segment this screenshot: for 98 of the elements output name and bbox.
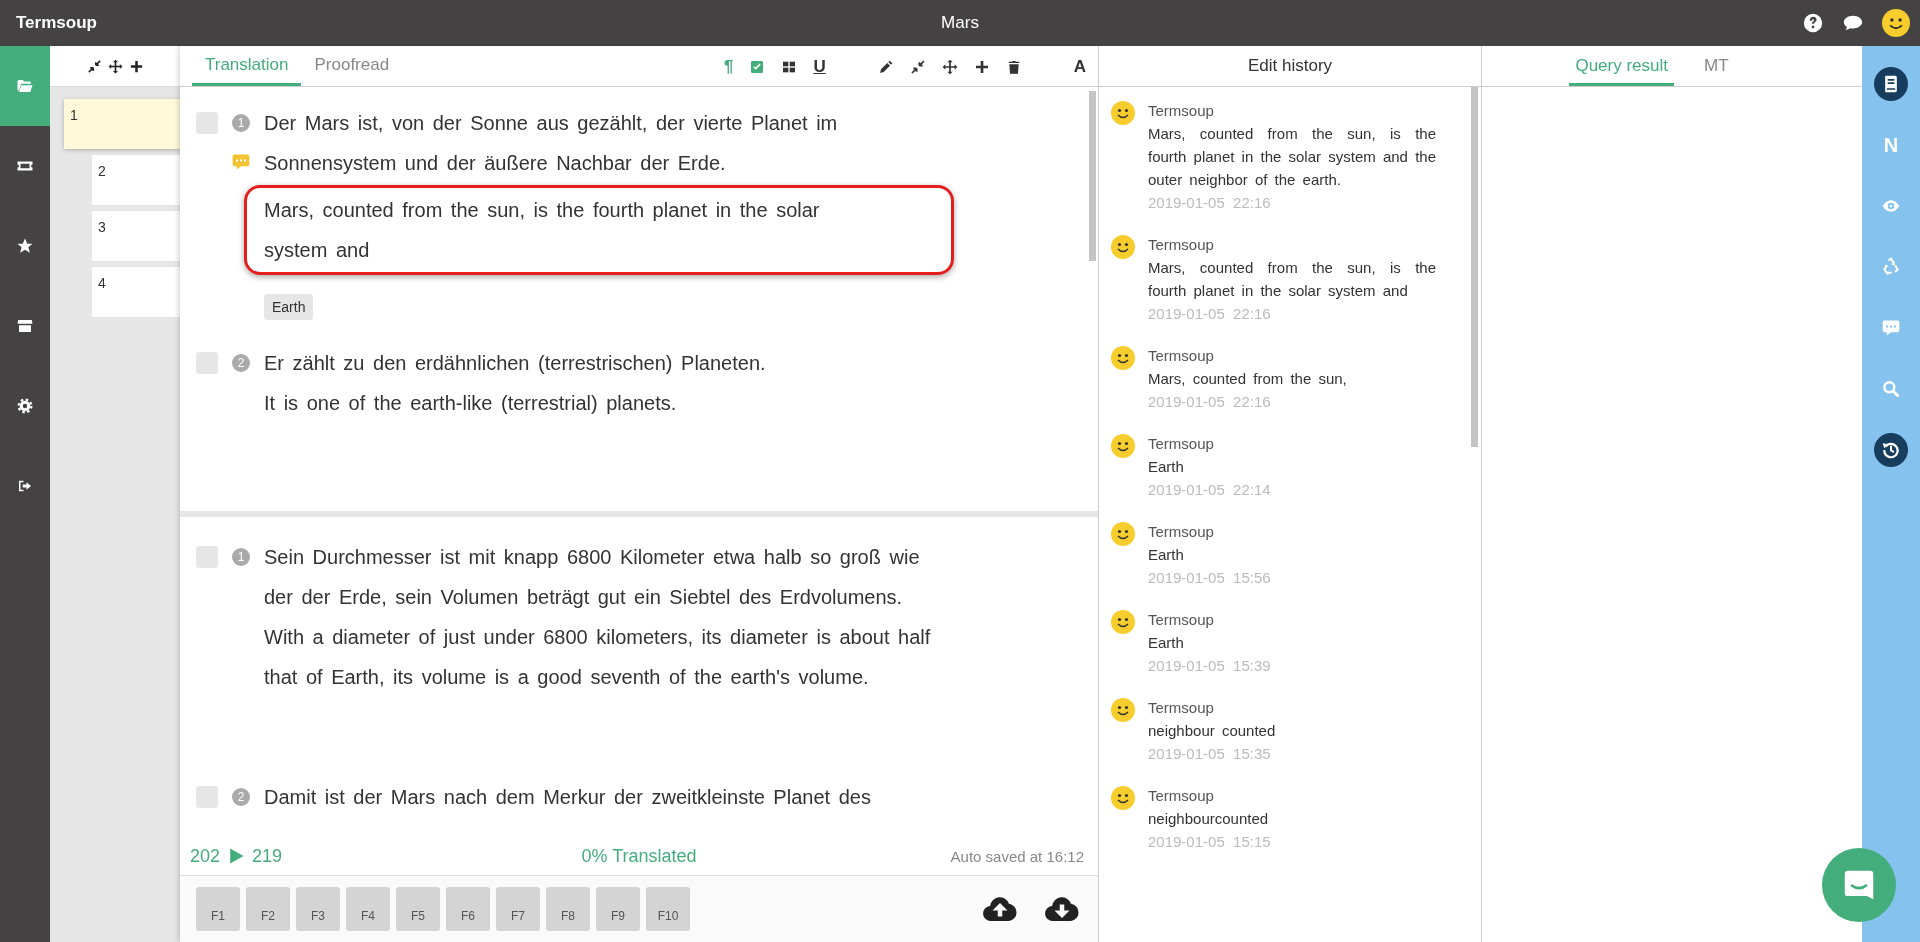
history-text: Mars, counted from the sun, xyxy=(1148,369,1348,389)
segment-count-end: 219 xyxy=(252,845,283,867)
autosave-text: Auto saved at 16:12 xyxy=(950,847,1084,865)
segment-thumbnail[interactable]: 2 xyxy=(92,155,180,205)
compress-icon[interactable] xyxy=(909,59,926,75)
history-text: Earth xyxy=(1148,457,1185,477)
results-tab[interactable]: MT xyxy=(1698,56,1735,86)
history-user: Termsoup xyxy=(1148,698,1215,718)
pencil-icon[interactable] xyxy=(877,59,894,75)
history-time: 2019-01-05 15:39 xyxy=(1148,656,1272,676)
segment-number: 2 xyxy=(232,788,250,806)
segment-number: 1 xyxy=(232,114,250,132)
progress-text: 0% Translated xyxy=(581,845,697,867)
compress-icon[interactable] xyxy=(86,58,102,74)
history-icon xyxy=(1881,440,1901,460)
user-avatar-icon xyxy=(1111,698,1135,722)
target-text[interactable]: It is one of the earth-like (terrestrial) planets. xyxy=(264,383,954,423)
segment-thumbnail[interactable]: 1 xyxy=(64,99,180,149)
format-tool-button[interactable]: A xyxy=(1073,58,1086,76)
rail-button[interactable] xyxy=(1874,67,1908,101)
app-title: Termsoup xyxy=(16,13,97,33)
format-tool-button[interactable]: ¶ xyxy=(723,58,734,76)
help-icon[interactable] xyxy=(1802,12,1824,34)
segment-checkbox[interactable] xyxy=(196,112,218,134)
history-user: Termsoup xyxy=(1148,434,1215,454)
history-user: Termsoup xyxy=(1148,101,1215,121)
history-time: 2019-01-05 15:35 xyxy=(1148,744,1272,764)
function-key-button[interactable]: F5 xyxy=(396,887,440,931)
grid-icon[interactable] xyxy=(781,59,798,75)
segment-checkbox[interactable] xyxy=(196,786,218,808)
user-avatar-icon xyxy=(1111,101,1135,125)
plus-icon[interactable] xyxy=(973,59,990,75)
user-avatar-icon xyxy=(1111,522,1135,546)
search-icon xyxy=(1881,379,1901,399)
function-key-button[interactable]: F4 xyxy=(346,887,390,931)
segment-thumbnail[interactable]: 3 xyxy=(92,211,180,261)
move-icon[interactable] xyxy=(941,59,958,75)
user-avatar-icon xyxy=(1111,235,1135,259)
segment-checkbox[interactable] xyxy=(196,546,218,568)
star-icon xyxy=(16,237,34,255)
function-key-button[interactable]: F9 xyxy=(596,887,640,931)
history-user: Termsoup xyxy=(1148,786,1215,806)
segment-checkbox[interactable] xyxy=(196,352,218,374)
rail-button[interactable] xyxy=(1874,433,1908,467)
settings-icon xyxy=(16,397,34,415)
segment-thumbnail[interactable]: 4 xyxy=(92,267,180,317)
comment-icon xyxy=(1881,318,1901,338)
scrollbar[interactable] xyxy=(1089,91,1096,261)
move-icon[interactable] xyxy=(107,58,123,74)
history-time: 2019-01-05 22:16 xyxy=(1148,193,1272,213)
checkbox-icon[interactable] xyxy=(749,59,766,75)
panel-title: Edit history xyxy=(1247,56,1333,76)
function-key-button[interactable]: F6 xyxy=(446,887,490,931)
history-time: 2019-01-05 15:15 xyxy=(1148,832,1272,852)
user-avatar-icon[interactable] xyxy=(1882,9,1910,37)
history-text: Earth xyxy=(1148,633,1185,653)
segment-number: 1 xyxy=(232,548,250,566)
history-text: Mars, counted from the sun, is the fourth planet in the solar system and xyxy=(1148,258,1436,301)
source-text: Der Mars ist, von der Sonne aus gezählt, der vierte Planet im Sonnensystem und der äußere Nachbar der Erde. xyxy=(264,111,839,176)
segment-number: 2 xyxy=(232,354,250,372)
history-time: 2019-01-05 22:16 xyxy=(1148,304,1272,324)
history-user: Termsoup xyxy=(1148,346,1215,366)
editor-tab[interactable]: Translation xyxy=(192,55,302,86)
plus-icon[interactable] xyxy=(128,58,144,74)
source-text: Sein Durchmesser ist mit knapp 6800 Kilometer etwa halb so groß wie der der Erde, sein Volumen beträgt gut ein Siebtel des Erdvolumens. xyxy=(264,545,921,610)
target-text[interactable]: With a diameter of just under 6800 kilometers, its diameter is about half that of Earth, its volume is a good seventh of the earth's volume. xyxy=(264,617,954,697)
user-avatar-icon xyxy=(1111,786,1135,810)
term-tag[interactable]: Earth xyxy=(264,294,314,320)
history-time: 2019-01-05 22:16 xyxy=(1148,392,1272,412)
source-text: Damit ist der Mars nach dem Merkur der zweitkleinste Planet des xyxy=(264,785,872,810)
user-avatar-icon xyxy=(1111,434,1135,458)
history-text: Mars, counted from the sun, is the fourth planet in the solar system and the outer neighbor of the earth. xyxy=(1148,124,1436,190)
store-icon xyxy=(16,317,34,335)
function-key-button[interactable]: F7 xyxy=(496,887,540,931)
editor-tab[interactable]: Proofread xyxy=(301,55,403,86)
history-time: 2019-01-05 15:56 xyxy=(1148,568,1272,588)
history-text: neighbourcounted xyxy=(1148,809,1270,829)
user-avatar-icon xyxy=(1111,346,1135,370)
history-text: neighbour counted xyxy=(1148,721,1277,741)
history-user: Termsoup xyxy=(1148,235,1215,255)
scrollbar[interactable] xyxy=(1471,87,1478,447)
format-tool-button[interactable]: U xyxy=(813,58,826,76)
results-tab[interactable]: Query result xyxy=(1569,56,1674,86)
function-key-button[interactable]: F8 xyxy=(546,887,590,931)
history-text: Earth xyxy=(1148,545,1185,565)
function-key-button[interactable]: F2 xyxy=(246,887,290,931)
source-text: Er zählt zu den erdähnlichen (terrestrischen) Planeten. xyxy=(264,351,767,376)
folder-icon xyxy=(16,77,34,95)
user-avatar-icon xyxy=(1111,610,1135,634)
history-user: Termsoup xyxy=(1148,522,1215,542)
target-text[interactable]: Mars, counted from the sun, is the fourth planet in the solar system and xyxy=(244,185,954,275)
function-key-button[interactable]: F10 xyxy=(646,887,690,931)
history-time: 2019-01-05 22:14 xyxy=(1148,480,1272,500)
segment-count-start: 202 xyxy=(190,845,221,867)
function-key-button[interactable]: F3 xyxy=(296,887,340,931)
document-title: Mars xyxy=(941,13,979,33)
function-key-button[interactable]: F1 xyxy=(196,887,240,931)
history-user: Termsoup xyxy=(1148,610,1215,630)
